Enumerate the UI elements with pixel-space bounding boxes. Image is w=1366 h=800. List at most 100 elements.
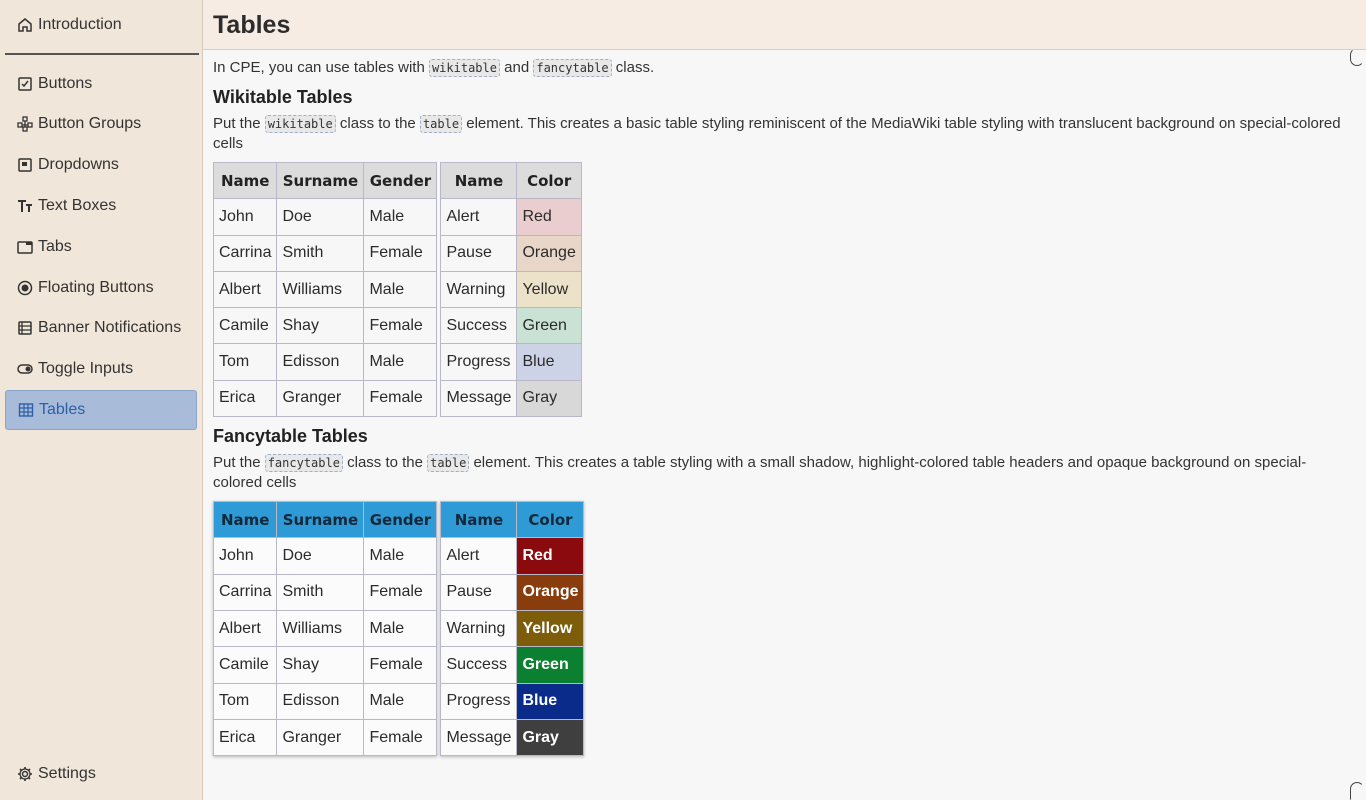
table-row: Tom Edisson Male [212,682,438,720]
table-row: John Doe Male [212,198,438,236]
table-cell: Pause [440,573,518,611]
table-cell: John [212,537,278,575]
table-row: Carrina Smith Female [212,573,438,611]
color-cell: Blue [516,682,585,720]
page-title: Tables [213,11,291,39]
table-cell: Tom [212,682,278,720]
table-row: Success Green [440,646,585,684]
table-cell: Success [440,307,518,345]
table-cell: Camile [212,646,278,684]
fancytable-heading: Fancytable Tables [213,426,368,447]
color-cell: Yellow [516,609,585,648]
table-cell: Tom [212,343,278,381]
sidebar-item-floating-buttons[interactable]: Floating Buttons [5,268,197,308]
table-header-row: Name Surname Gender [212,161,438,200]
sidebar-item-label: Banner Notifications [38,319,182,336]
table-cell: Carrina [212,234,278,272]
intro-text: In CPE, you can use tables with [213,59,429,76]
table-cell: Male [363,270,438,309]
main-content: Tables In CPE, you can use tables with w… [203,0,1366,800]
sidebar-item-label: Introduction [38,16,122,33]
sidebar-item-label: Floating Buttons [38,279,154,296]
table-row: Albert Williams Male [212,609,438,648]
table-cell: Erica [212,379,278,418]
table-cell: Male [363,682,438,720]
sidebar: Introduction Buttons Button Groups Dropd… [0,0,203,800]
table-cell: John [212,198,278,236]
table-header-row: Name Surname Gender [212,501,438,539]
color-cell: Gray [516,379,582,418]
sidebar-item-text-boxes[interactable]: Text Boxes [5,186,197,226]
table-cell: Male [363,343,438,381]
sidebar-item-tables[interactable]: Tables [5,390,197,430]
gear-icon [16,766,33,783]
desc-text: class to the [342,454,428,472]
sidebar-divider [5,53,199,55]
color-cell: Yellow [516,270,582,309]
code-wikitable: wikitable [428,59,500,77]
color-cell: Red [516,198,582,236]
table-row: John Doe Male [212,537,438,575]
table-cell: Carrina [212,573,278,611]
list-icon [16,320,33,337]
table-row: Progress Blue [440,343,582,381]
sidebar-item-button-groups[interactable]: Button Groups [5,104,197,144]
column-header: Name [440,161,518,200]
sidebar-item-toggle-inputs[interactable]: Toggle Inputs [5,349,197,389]
wikitable-people-table: Name Surname Gender John Doe Male Carrina Smith… [212,161,438,418]
table-cell: Pause [440,234,518,272]
table-cell: Female [363,379,438,418]
table-cell: Erica [212,718,278,757]
sidebar-item-label: Tables [39,401,86,418]
table-row: Alert Red [440,198,582,236]
color-cell: Blue [516,343,582,381]
table-cell: Williams [276,270,365,309]
sidebar-item-settings[interactable]: Settings [5,754,197,794]
article: In CPE, you can use tables with wikitabl… [212,58,1353,757]
column-header: Gender [363,501,438,539]
wikitable-heading: Wikitable Tables [213,87,353,107]
table-cell: Male [363,198,438,236]
table-row: Erica Granger Female [212,379,438,418]
sidebar-item-label: Settings [38,765,96,782]
table-cell: Williams [276,609,365,648]
table-row: Camile Shay Female [212,307,438,345]
table-cell: Success [440,646,518,684]
color-cell: Green [516,307,582,345]
table-cell: Warning [440,270,518,309]
sidebar-item-label: Toggle Inputs [38,360,134,377]
column-header: Color [516,161,582,200]
fancytable-examples: Name Surname Gender John Doe Male Carrina Smith… [212,501,1353,757]
sidebar-item-tabs[interactable]: Tabs [5,227,197,267]
table-cell: Warning [440,609,518,648]
home-icon [16,17,33,34]
table-cell: Message [440,718,518,757]
hierarchy-icon [16,116,33,133]
sidebar-item-label: Button Groups [38,115,142,132]
table-cell: Female [363,307,438,345]
table-row: Carrina Smith Female [212,234,438,272]
table-cell: Granger [276,718,365,757]
sidebar-item-buttons[interactable]: Buttons [5,64,197,104]
sidebar-item-label: Text Boxes [38,197,117,214]
table-cell: Smith [276,573,365,611]
fancytable-color-table: Name Color Alert Red Pause Orange Warning Yello… [440,501,585,757]
table-cell: Edisson [276,682,365,720]
table-cell: Smith [276,234,365,272]
table-cell: Granger [276,379,365,418]
desc-text: class to the [335,115,420,132]
table-cell: Albert [212,609,278,648]
table-cell: Progress [440,682,518,720]
wikitable-examples: Name Surname Gender John Doe Male Carrina Smith… [212,161,1353,418]
sidebar-item-introduction[interactable]: Introduction [5,5,197,45]
color-cell: Gray [516,718,585,757]
table-cell: Female [363,234,438,272]
table-row: Alert Red [440,537,585,575]
table-cell: Albert [212,270,278,309]
color-cell: Orange [516,234,582,272]
sidebar-item-banner-notifications[interactable]: Banner Notifications [5,308,197,348]
code-table: table [419,115,463,133]
sidebar-item-dropdowns[interactable]: Dropdowns [5,145,197,185]
table-cell: Shay [276,646,365,684]
color-cell: Orange [516,573,585,611]
